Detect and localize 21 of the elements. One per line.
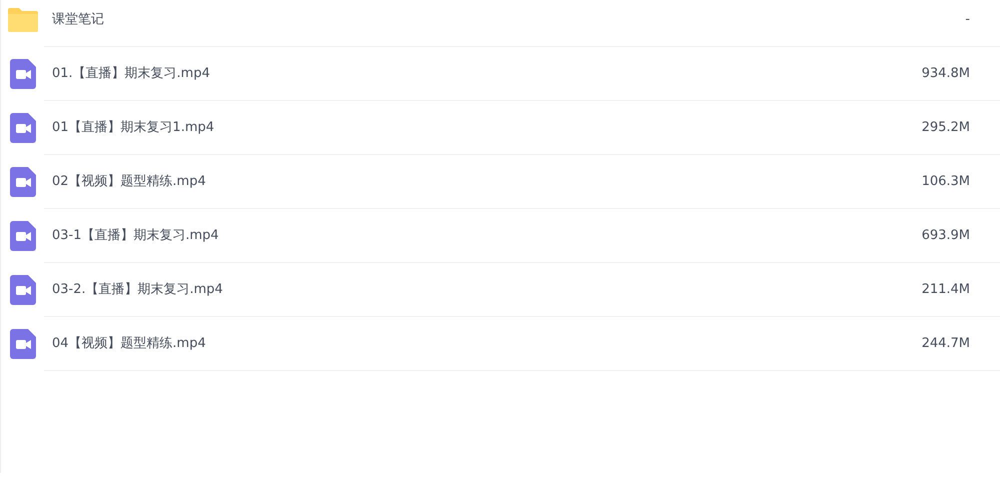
file-name[interactable]: 04【视频】题型精练.mp4 [52,334,922,354]
file-size: - [965,10,970,29]
video-file-icon [10,113,36,143]
file-size: 211.4M [922,280,970,299]
file-name[interactable]: 03-1【直播】期末复习.mp4 [52,226,922,246]
video-file-icon [10,59,36,89]
file-size: 693.9M [922,226,970,245]
file-name[interactable]: 02【视频】题型精练.mp4 [52,172,922,192]
file-name[interactable]: 03-2.【直播】期末复习.mp4 [52,280,922,300]
file-size: 106.3M [922,172,970,191]
file-name[interactable]: 01【直播】期末复习1.mp4 [52,118,922,138]
file-size: 295.2M [922,118,970,137]
video-file-icon [10,329,36,359]
video-file-icon [10,221,36,251]
file-name[interactable]: 01.【直播】期末复习.mp4 [52,64,922,84]
folder-icon [8,8,38,32]
video-file-icon [10,167,36,197]
file-size: 244.7M [922,334,970,353]
video-file-icon [10,275,36,305]
folder-name[interactable]: 课堂笔记 [52,10,966,30]
file-size: 934.8M [922,64,970,83]
